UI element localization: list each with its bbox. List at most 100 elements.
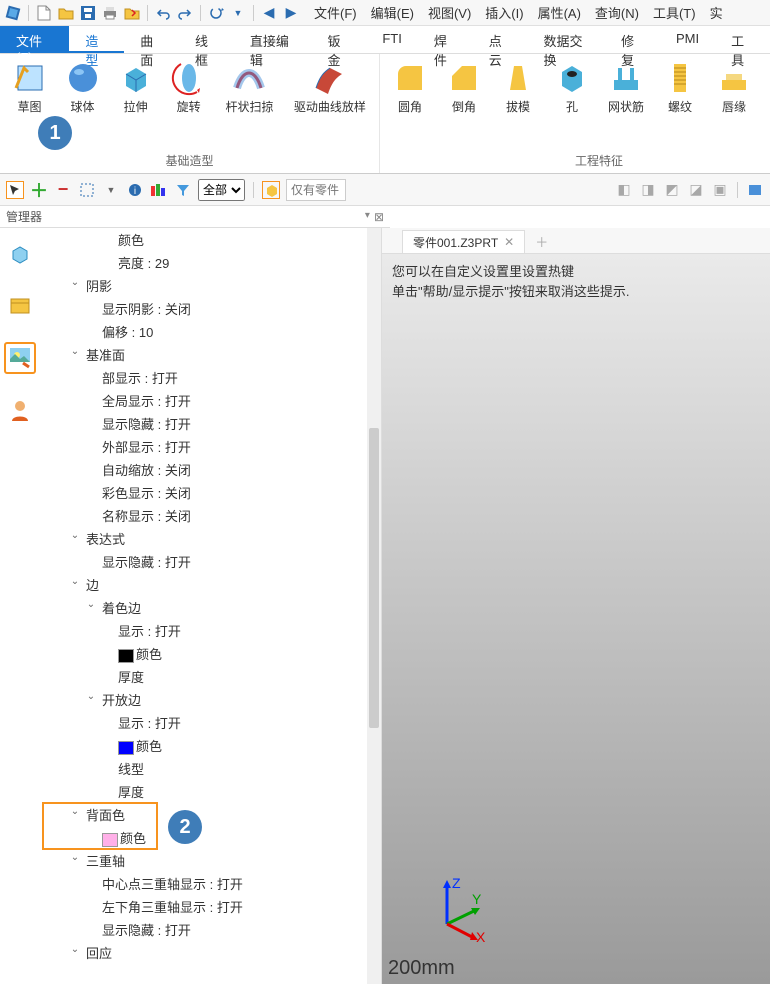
filter-input[interactable] xyxy=(286,179,346,201)
new-tab-button[interactable]: ＋ xyxy=(525,228,558,253)
collapse-right-icon[interactable]: ▶ xyxy=(282,4,300,22)
extra-icon-1[interactable]: ◧ xyxy=(615,181,633,199)
btn-hole[interactable]: 孔 xyxy=(550,60,594,146)
menu-tools[interactable]: 工具(T) xyxy=(653,3,696,22)
row-backface-color[interactable]: 颜色 xyxy=(40,826,381,849)
menu-file[interactable]: 文件(F) xyxy=(314,3,357,22)
ribbon-tab-dataexchange[interactable]: 数据交换 xyxy=(528,26,606,53)
select-box-icon[interactable] xyxy=(78,181,96,199)
row-shaded-show[interactable]: 显示 : 打开 xyxy=(40,619,381,642)
ribbon-tab-sheetmetal[interactable]: 钣金 xyxy=(312,26,367,53)
btn-lip[interactable]: 唇缘 xyxy=(712,60,756,146)
btn-sweep[interactable]: 杆状扫掠 xyxy=(220,60,279,146)
close-icon[interactable]: ✕ xyxy=(504,235,514,249)
shaded-color-swatch[interactable] xyxy=(118,649,134,663)
row-baseplane-hdr[interactable]: ⌄基准面 xyxy=(40,343,381,366)
row-local-show[interactable]: 部显示 : 打开 xyxy=(40,366,381,389)
extra-icon-3[interactable]: ◩ xyxy=(663,181,681,199)
save-icon[interactable] xyxy=(79,4,97,22)
row-open-color[interactable]: 颜色 xyxy=(40,734,381,757)
tree-scrollbar-thumb[interactable] xyxy=(369,428,379,728)
minus-icon[interactable]: − xyxy=(54,181,72,199)
row-open-show[interactable]: 显示 : 打开 xyxy=(40,711,381,734)
tree-mode-icon[interactable] xyxy=(4,238,36,270)
row-name-show[interactable]: 名称显示 : 关闭 xyxy=(40,504,381,527)
ribbon-tab-heal[interactable]: 修复 xyxy=(605,26,660,53)
filter-icon[interactable] xyxy=(174,181,192,199)
collapse-left-icon[interactable]: ◀ xyxy=(260,4,278,22)
btn-revolve[interactable]: 旋转 xyxy=(167,60,210,146)
row-open-edge-hdr[interactable]: ⌄开放边 xyxy=(40,688,381,711)
row-shadow-hdr[interactable]: ⌄阴影 xyxy=(40,274,381,297)
menu-query[interactable]: 查询(N) xyxy=(595,3,639,22)
ribbon-tab-wireframe[interactable]: 线框 xyxy=(179,26,234,53)
ribbon-tab-pointcloud[interactable]: 点云 xyxy=(473,26,528,53)
pointer-icon[interactable] xyxy=(6,181,24,199)
row-edge-hdr[interactable]: ⌄边 xyxy=(40,573,381,596)
box-select-icon[interactable] xyxy=(262,181,280,199)
open-color-swatch[interactable] xyxy=(118,741,134,755)
row-color[interactable]: 颜色 xyxy=(40,228,381,251)
btn-loft[interactable]: 驱动曲线放样 xyxy=(289,60,371,146)
document-tab[interactable]: 零件001.Z3PRT ✕ xyxy=(402,230,525,253)
panel-close-icon[interactable]: ⊠ xyxy=(374,210,384,224)
row-show-hidden[interactable]: 显示隐藏 : 打开 xyxy=(40,412,381,435)
ribbon-tab-shape[interactable]: 造型 xyxy=(69,26,124,53)
menu-view[interactable]: 视图(V) xyxy=(428,3,471,22)
row-auto-zoom[interactable]: 自动缩放 : 关闭 xyxy=(40,458,381,481)
ribbon-tab-weld[interactable]: 焊件 xyxy=(418,26,473,53)
row-triad-show-hidden[interactable]: 显示隐藏 : 打开 xyxy=(40,918,381,941)
new-file-icon[interactable] xyxy=(35,4,53,22)
row-brightness[interactable]: 亮度 : 29 xyxy=(40,251,381,274)
print-icon[interactable] xyxy=(101,4,119,22)
user-icon[interactable] xyxy=(4,394,36,426)
dropdown-icon[interactable]: ▼ xyxy=(229,4,247,22)
tree-scrollbar[interactable] xyxy=(367,228,381,984)
extra-icon-2[interactable]: ◨ xyxy=(639,181,657,199)
rainbow-icon[interactable] xyxy=(150,181,168,199)
row-shaded-color[interactable]: 颜色 xyxy=(40,642,381,665)
ribbon-tab-file[interactable]: 文件(F) xyxy=(0,26,69,53)
ribbon-tab-fti[interactable]: FTI xyxy=(366,26,418,53)
viewport-body[interactable]: 您可以在自定义设置里设置热键 单击"帮助/显示提示"按钮来取消这些提示. Z Y… xyxy=(382,254,770,984)
filter-dropdown[interactable]: 全部 xyxy=(198,179,245,201)
visual-settings-icon[interactable] xyxy=(4,342,36,374)
btn-chamfer[interactable]: 倒角 xyxy=(442,60,486,146)
ribbon-tab-directedit[interactable]: 直接编辑 xyxy=(234,26,312,53)
btn-thread[interactable]: 螺纹 xyxy=(658,60,702,146)
info-icon[interactable]: i xyxy=(126,181,144,199)
btn-extrude[interactable]: 拉伸 xyxy=(114,60,157,146)
backface-color-swatch[interactable] xyxy=(102,833,118,847)
row-center-triad[interactable]: 中心点三重轴显示 : 打开 xyxy=(40,872,381,895)
import-icon[interactable] xyxy=(123,4,141,22)
extra-icon-5[interactable]: ▣ xyxy=(711,181,729,199)
row-external-show[interactable]: 外部显示 : 打开 xyxy=(40,435,381,458)
panel-drop-icon[interactable]: ▾ xyxy=(365,210,370,224)
ribbon-tab-surface[interactable]: 曲面 xyxy=(124,26,179,53)
package-icon[interactable] xyxy=(4,290,36,322)
dropdown-small-icon[interactable]: ▼ xyxy=(102,181,120,199)
row-color-show[interactable]: 彩色显示 : 关闭 xyxy=(40,481,381,504)
ribbon-tab-utils[interactable]: 工具 xyxy=(715,26,770,53)
row-response-hdr[interactable]: ⌄回应 xyxy=(40,941,381,964)
extra-icon-4[interactable]: ◪ xyxy=(687,181,705,199)
more-icon[interactable] xyxy=(746,181,764,199)
btn-rib[interactable]: 网状筋 xyxy=(604,60,648,146)
btn-fillet[interactable]: 圆角 xyxy=(388,60,432,146)
row-offset[interactable]: 偏移 : 10 xyxy=(40,320,381,343)
row-backface-hdr[interactable]: ⌄背面色 xyxy=(40,803,381,826)
row-shaded-edge-hdr[interactable]: ⌄着色边 xyxy=(40,596,381,619)
row-show-shadow[interactable]: 显示阴影 : 关闭 xyxy=(40,297,381,320)
row-expr-hdr[interactable]: ⌄表达式 xyxy=(40,527,381,550)
row-corner-triad[interactable]: 左下角三重轴显示 : 打开 xyxy=(40,895,381,918)
property-tree[interactable]: 颜色 亮度 : 29 ⌄阴影 显示阴影 : 关闭 偏移 : 10 ⌄基准面 部显… xyxy=(40,228,382,984)
open-file-icon[interactable] xyxy=(57,4,75,22)
menu-edit[interactable]: 编辑(E) xyxy=(371,3,414,22)
plus-icon[interactable]: ＋ xyxy=(30,181,48,199)
row-expr-show-hidden[interactable]: 显示隐藏 : 打开 xyxy=(40,550,381,573)
row-open-thickness[interactable]: 厚度 xyxy=(40,780,381,803)
menu-extra[interactable]: 实 xyxy=(710,3,723,22)
row-triad-hdr[interactable]: ⌄三重轴 xyxy=(40,849,381,872)
row-global-show[interactable]: 全局显示 : 打开 xyxy=(40,389,381,412)
btn-draft[interactable]: 拔模 xyxy=(496,60,540,146)
